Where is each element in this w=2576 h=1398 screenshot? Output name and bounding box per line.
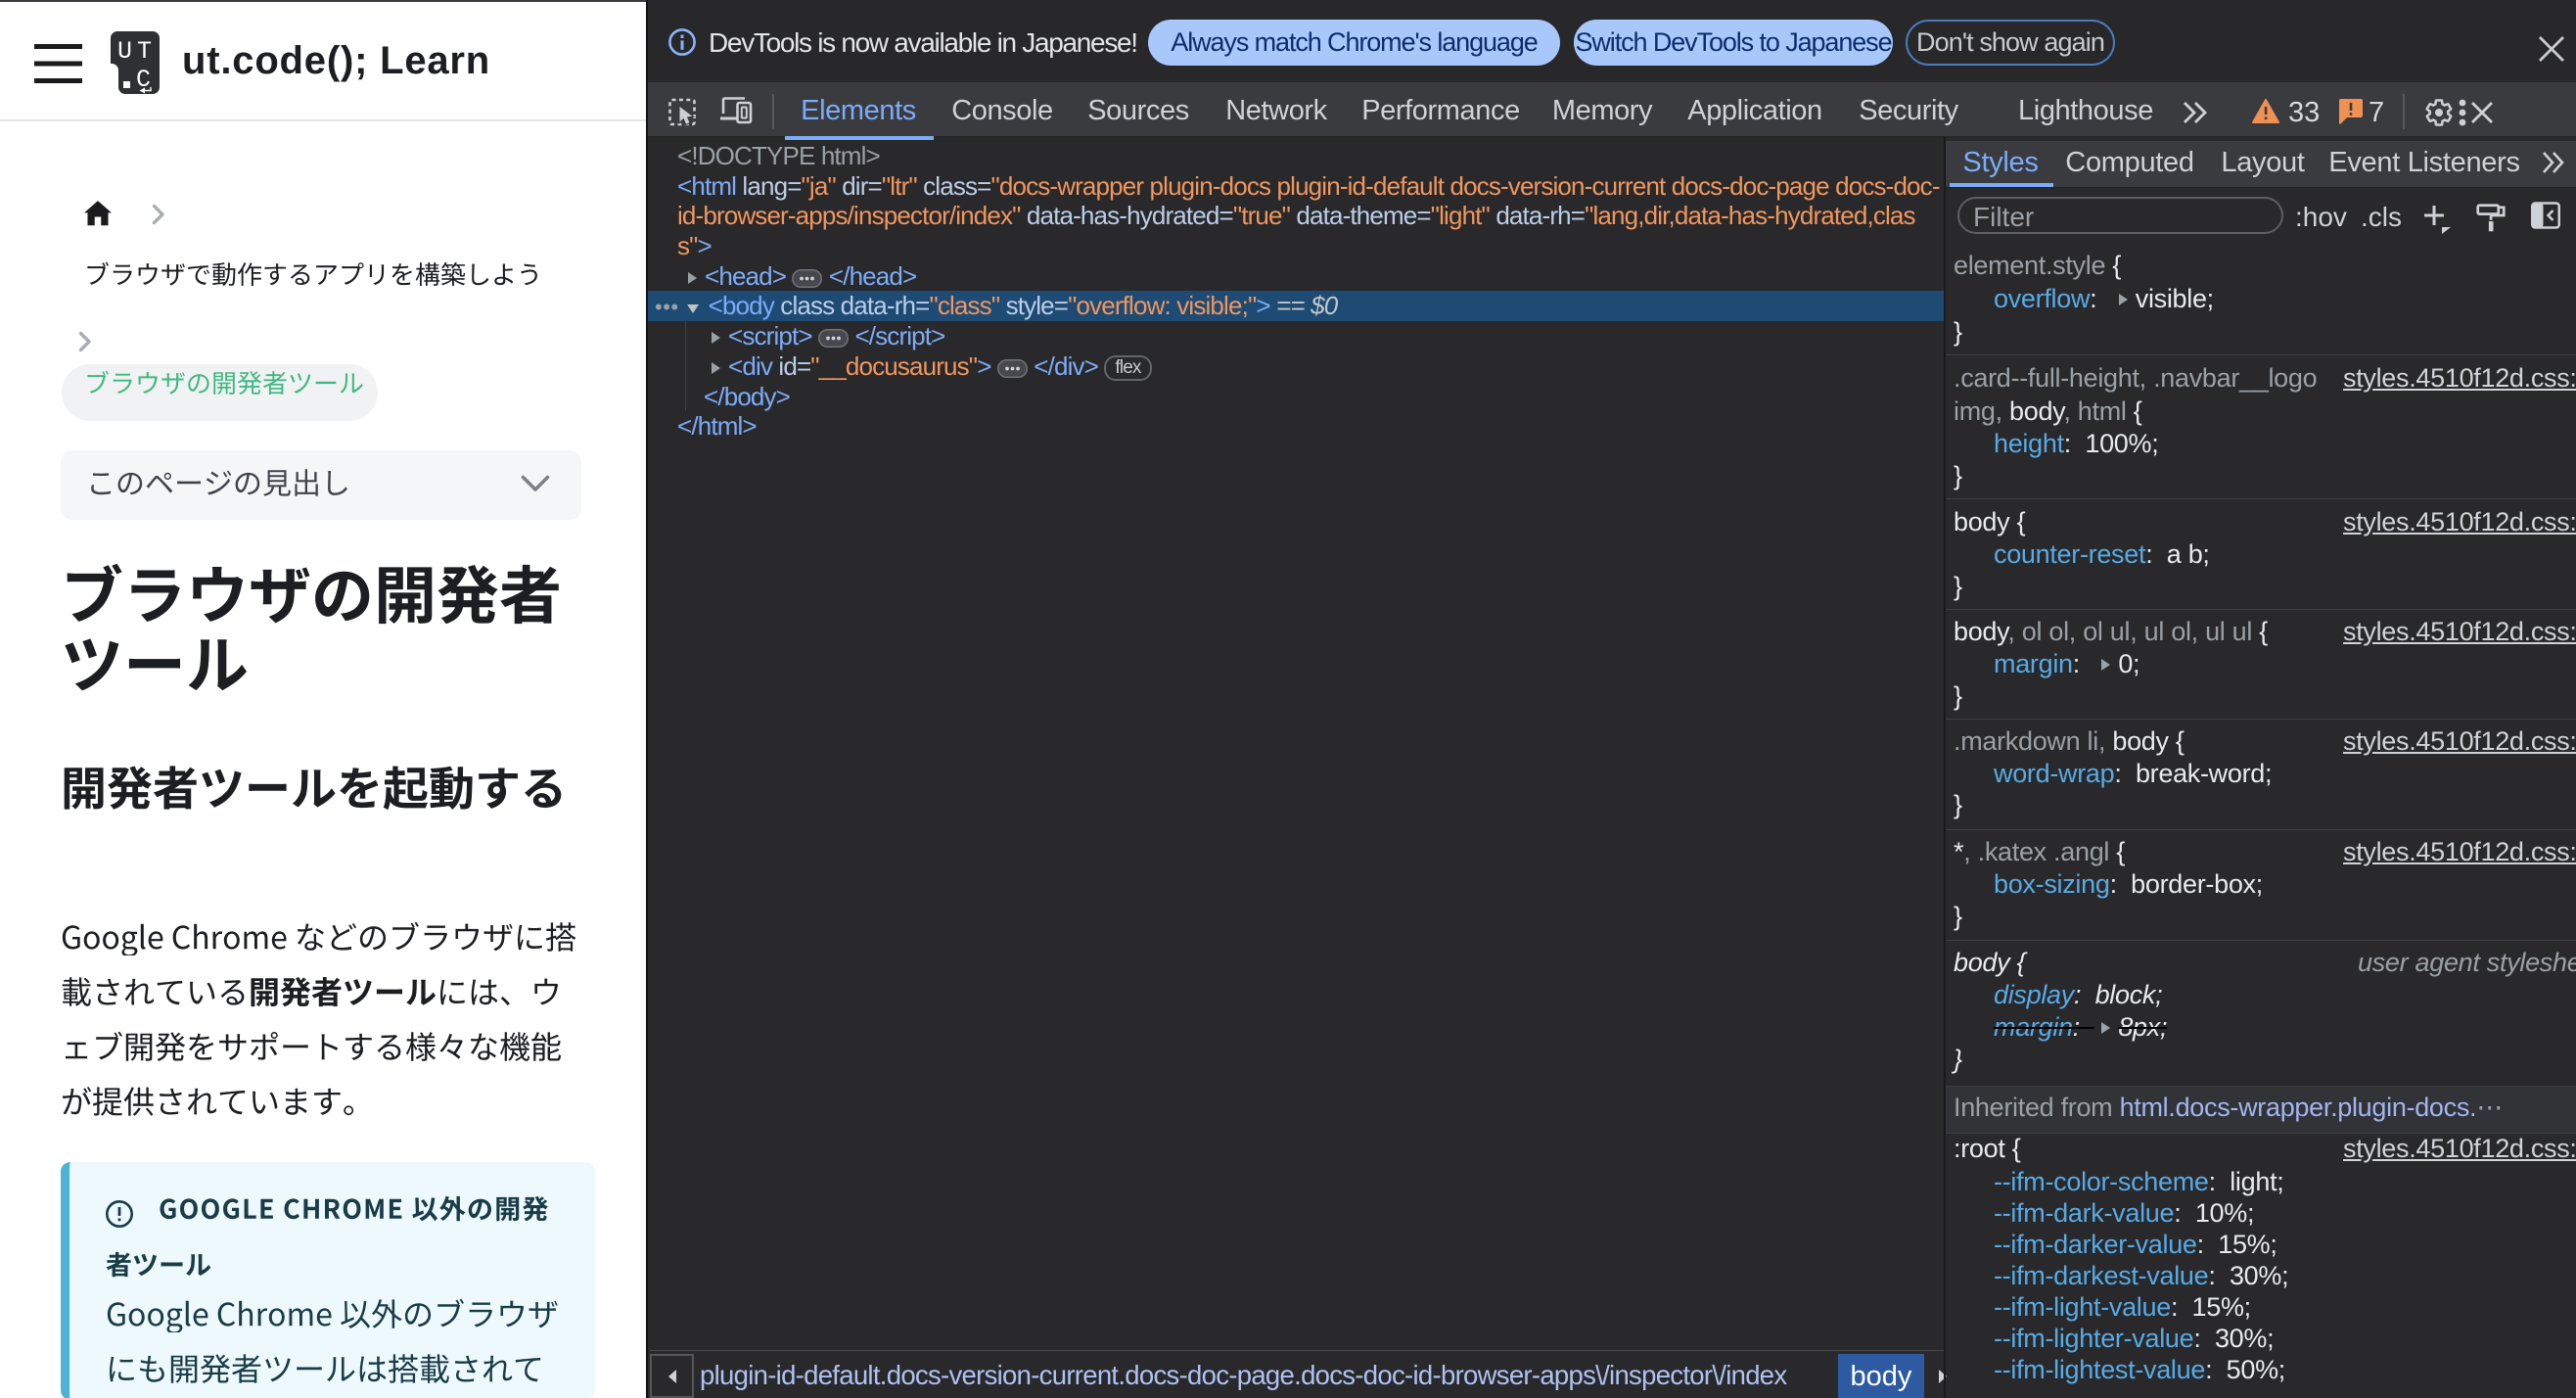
svg-text:T: T — [137, 37, 152, 66]
svg-text:U: U — [117, 37, 132, 66]
